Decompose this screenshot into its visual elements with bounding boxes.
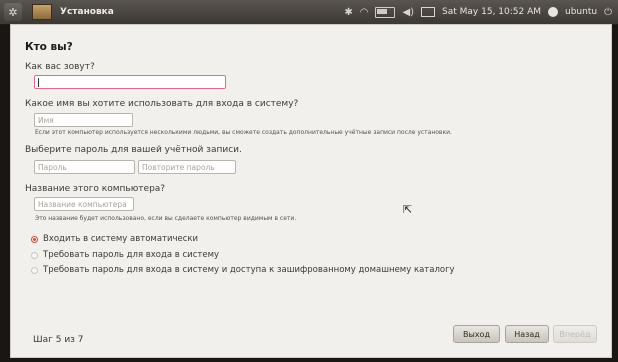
- radio-button[interactable]: [31, 266, 38, 274]
- computer-label: Название этого компьютера?: [25, 184, 166, 194]
- computer-name-field[interactable]: Название компьютера: [34, 197, 134, 211]
- login-option-password[interactable]: Требовать пароль для входа в систему: [31, 250, 219, 260]
- forward-button[interactable]: Вперёд: [553, 325, 597, 343]
- system-tray: ✱ ◠ ◀) Sat May 15, 10:52 AM ubuntu ⏻: [344, 0, 612, 24]
- password-repeat-field[interactable]: Повторите пароль: [138, 160, 236, 174]
- quit-button[interactable]: Выход: [453, 325, 500, 343]
- user-icon: [548, 7, 559, 17]
- power-icon[interactable]: ⏻: [604, 7, 612, 18]
- radio-button[interactable]: [31, 235, 38, 243]
- login-option-encrypted[interactable]: Требовать пароль для входа в систему и д…: [31, 265, 455, 275]
- back-button[interactable]: Назад: [505, 325, 549, 343]
- ubuntu-menu-icon[interactable]: ✲: [4, 3, 22, 21]
- name-field[interactable]: [34, 75, 226, 89]
- mail-icon[interactable]: [421, 7, 436, 17]
- mouse-pointer-icon: ⇱: [403, 203, 413, 216]
- name-label: Как вас зовут?: [25, 62, 95, 72]
- login-label: Какое имя вы хотите использовать для вхо…: [25, 99, 299, 109]
- window-title: Установка: [60, 7, 114, 17]
- page-title: Кто вы?: [25, 41, 73, 53]
- login-option-label: Требовать пароль для входа в систему: [43, 250, 220, 260]
- installer-icon: [32, 4, 52, 20]
- login-field[interactable]: Имя: [34, 113, 133, 127]
- step-indicator: Шаг 5 из 7: [33, 335, 84, 345]
- clock[interactable]: Sat May 15, 10:52 AM: [442, 7, 541, 17]
- battery-icon[interactable]: [375, 6, 396, 18]
- computer-note: Это название будет использовано, если вы…: [35, 215, 297, 222]
- login-option-label: Требовать пароль для входа в систему и д…: [43, 265, 455, 275]
- text-cursor: [38, 78, 39, 87]
- login-option-auto[interactable]: Входить в систему автоматически: [31, 234, 198, 244]
- volume-icon[interactable]: ◀): [402, 7, 414, 18]
- login-note: Если этот компьютер используется несколь…: [35, 129, 452, 136]
- user-name[interactable]: ubuntu: [565, 7, 597, 17]
- password-field[interactable]: Пароль: [34, 160, 135, 174]
- login-option-label: Входить в систему автоматически: [43, 234, 199, 244]
- password-label: Выберите пароль для вашей учётной записи…: [25, 145, 242, 155]
- radio-button[interactable]: [31, 251, 38, 259]
- wifi-icon[interactable]: ◠: [360, 7, 369, 18]
- bluetooth-icon[interactable]: ✱: [344, 7, 352, 18]
- top-panel: ✲ Установка ✱ ◠ ◀) Sat May 15, 10:52 AM …: [0, 0, 618, 25]
- installer-window: Кто вы? Как вас зовут? Какое имя вы хоти…: [10, 24, 612, 358]
